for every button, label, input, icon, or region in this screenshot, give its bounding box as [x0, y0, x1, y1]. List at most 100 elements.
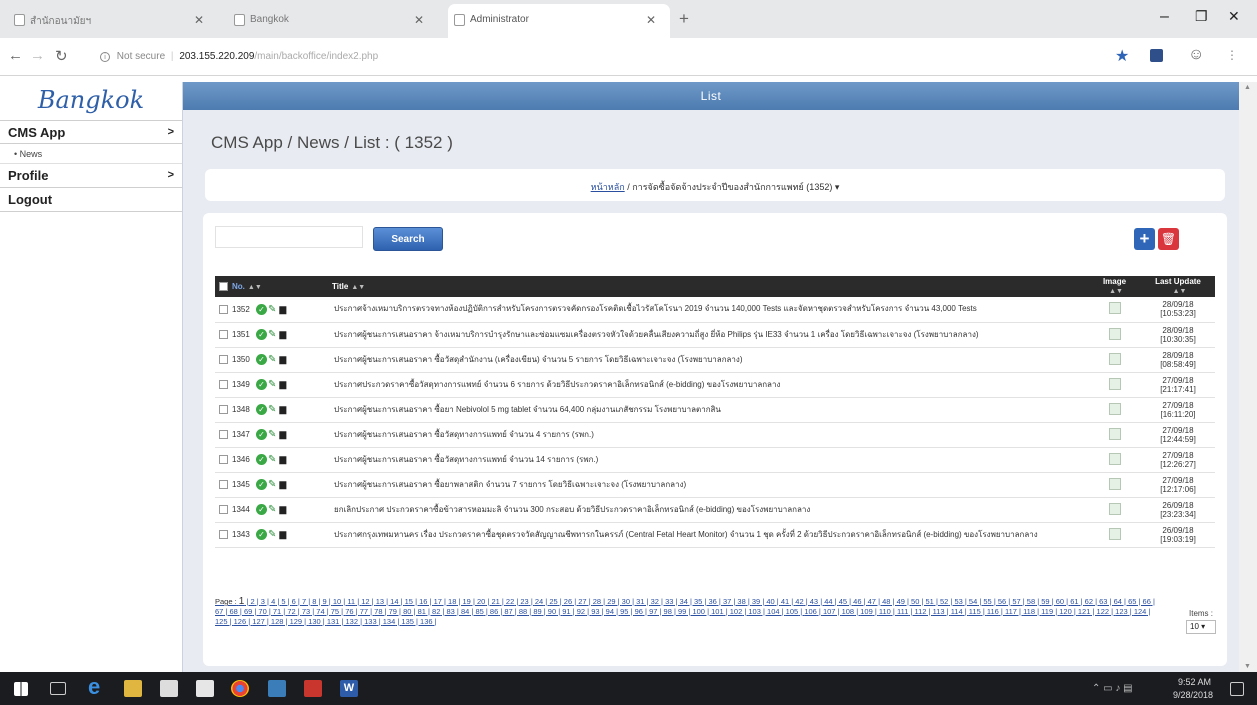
page-link[interactable]: 17	[434, 597, 442, 606]
page-link[interactable]: 33	[665, 597, 673, 606]
page-scrollbar[interactable]: ▲ ▼	[1239, 82, 1257, 672]
edit-pencil-icon[interactable]: ✎	[268, 479, 276, 490]
page-link[interactable]: 46	[853, 597, 861, 606]
page-link[interactable]: 92	[577, 607, 585, 616]
table-row[interactable]: 1351 ✓ ✎ ▆ ประกาศผู้ชนะการเสนอราคา จ้างเหมาบ…	[215, 322, 1215, 348]
row-checkbox[interactable]	[219, 380, 228, 389]
page-link[interactable]: 30	[622, 597, 630, 606]
page-link[interactable]: 79	[389, 607, 397, 616]
edit-pencil-icon[interactable]: ✎	[268, 354, 276, 365]
close-tab-icon[interactable]: ✕	[194, 13, 204, 27]
page-link[interactable]: 32	[651, 597, 659, 606]
restore-button[interactable]: ❐	[1195, 8, 1208, 25]
trash-icon[interactable]: ▆	[279, 504, 286, 515]
page-link[interactable]: 26	[564, 597, 572, 606]
trash-icon[interactable]: ▆	[279, 379, 286, 390]
page-link[interactable]: 125	[215, 617, 228, 626]
page-link[interactable]: 27	[578, 597, 586, 606]
published-check-icon[interactable]: ✓	[256, 529, 267, 540]
taskbar-date[interactable]: 9/28/2018	[1173, 690, 1213, 700]
edge-icon[interactable]: e	[88, 674, 108, 699]
page-link[interactable]: 56	[998, 597, 1006, 606]
page-link[interactable]: 102	[730, 607, 743, 616]
trash-icon[interactable]: ▆	[279, 304, 286, 315]
row-title[interactable]: ประกาศประกวดราคาซื้อวัสดุทางการแพทย์ จำน…	[328, 372, 1088, 398]
page-link[interactable]: 43	[810, 597, 818, 606]
url-field[interactable]: i Not secure | 203.155.220.209/main/back…	[100, 46, 1105, 68]
new-tab-button[interactable]: +	[679, 9, 689, 29]
table-row[interactable]: 1345 ✓ ✎ ▆ ประกาศผู้ชนะการเสนอราคา ซื้อยาพลา…	[215, 472, 1215, 498]
page-link[interactable]: 80	[403, 607, 411, 616]
trash-icon[interactable]: ▆	[279, 429, 286, 440]
table-row[interactable]: 1352 ✓ ✎ ▆ ประกาศจ้างเหมาบริการตรวจทางห้องปฏ…	[215, 297, 1215, 323]
page-link[interactable]: 128	[271, 617, 284, 626]
page-link[interactable]: 85	[475, 607, 483, 616]
page-link[interactable]: 78	[374, 607, 382, 616]
sort-icon[interactable]: ▲▼	[1173, 288, 1187, 295]
page-link[interactable]: 98	[664, 607, 672, 616]
search-input[interactable]	[215, 226, 363, 248]
row-title[interactable]: ประกาศผู้ชนะการเสนอราคา ซื้อวัสดุทางการแ…	[328, 447, 1088, 473]
minimize-button[interactable]: –	[1160, 8, 1169, 26]
published-check-icon[interactable]: ✓	[256, 329, 267, 340]
published-check-icon[interactable]: ✓	[256, 479, 267, 490]
image-thumbnail-icon[interactable]	[1108, 327, 1121, 340]
edit-pencil-icon[interactable]: ✎	[268, 329, 276, 340]
table-row[interactable]: 1349 ✓ ✎ ▆ ประกาศประกวดราคาซื้อวัสดุทางการแพ…	[215, 372, 1215, 398]
sidebar-item-logout[interactable]: Logout	[0, 188, 182, 212]
trash-icon[interactable]: ▆	[279, 479, 286, 490]
page-link[interactable]: 101	[711, 607, 724, 616]
page-link[interactable]: 37	[723, 597, 731, 606]
page-link[interactable]: 134	[383, 617, 396, 626]
table-row[interactable]: 1343 ✓ ✎ ▆ ประกาศกรุงเทพมหานคร เรื่อง ประกวด…	[215, 522, 1215, 548]
page-link[interactable]: 45	[839, 597, 847, 606]
sidebar-subitem-news[interactable]: • News	[0, 144, 182, 164]
trash-icon[interactable]: ▆	[279, 454, 286, 465]
bookmark-star-icon[interactable]: ★	[1115, 46, 1129, 66]
page-link[interactable]: 65	[1128, 597, 1136, 606]
page-link[interactable]: 135	[401, 617, 414, 626]
page-link[interactable]: 113	[933, 607, 945, 616]
page-link[interactable]: 116	[987, 607, 999, 616]
page-link[interactable]: 72	[287, 607, 295, 616]
forward-arrow-icon[interactable]: →	[30, 47, 45, 64]
pdf-reader-icon[interactable]	[304, 680, 322, 697]
close-tab-icon[interactable]: ✕	[646, 13, 656, 27]
breadcrumb-home-link[interactable]: หน้าหลัก	[591, 182, 625, 192]
scroll-down-icon[interactable]: ▼	[1244, 663, 1251, 670]
page-link[interactable]: 126	[234, 617, 247, 626]
page-link[interactable]: 9	[323, 597, 327, 606]
page-link[interactable]: 120	[1059, 607, 1072, 616]
page-link[interactable]: 133	[364, 617, 377, 626]
image-thumbnail-icon[interactable]	[1108, 502, 1121, 515]
published-check-icon[interactable]: ✓	[256, 379, 267, 390]
page-link[interactable]: 5	[281, 597, 285, 606]
select-all-checkbox[interactable]	[219, 282, 228, 292]
page-link[interactable]: 36	[708, 597, 716, 606]
published-check-icon[interactable]: ✓	[256, 454, 267, 465]
close-tab-icon[interactable]: ✕	[414, 13, 424, 27]
page-link[interactable]: 89	[533, 607, 541, 616]
page-link[interactable]: 58	[1027, 597, 1035, 606]
row-checkbox[interactable]	[219, 455, 228, 464]
page-link[interactable]: 70	[258, 607, 266, 616]
page-link[interactable]: 28	[593, 597, 601, 606]
page-link[interactable]: 67	[215, 607, 223, 616]
page-link[interactable]: 81	[418, 607, 426, 616]
trash-icon[interactable]: ▆	[279, 354, 286, 365]
published-check-icon[interactable]: ✓	[256, 504, 267, 515]
page-link[interactable]: 38	[737, 597, 745, 606]
page-link[interactable]: 88	[519, 607, 527, 616]
page-link[interactable]: 40	[766, 597, 774, 606]
row-checkbox[interactable]	[219, 405, 228, 414]
edit-pencil-icon[interactable]: ✎	[268, 379, 276, 390]
edit-pencil-icon[interactable]: ✎	[268, 529, 276, 540]
column-header-last-update[interactable]: Last Update ▲▼	[1141, 276, 1215, 297]
page-link[interactable]: 74	[316, 607, 324, 616]
page-link[interactable]: 35	[694, 597, 702, 606]
page-link[interactable]: 97	[649, 607, 657, 616]
page-link[interactable]: 100	[692, 607, 705, 616]
row-title[interactable]: ประกาศผู้ชนะการเสนอราคา ซื้อวัสดุสำนักงา…	[328, 347, 1088, 373]
taskbar-time[interactable]: 9:52 AM	[1178, 677, 1211, 687]
page-link[interactable]: 66	[1143, 597, 1151, 606]
